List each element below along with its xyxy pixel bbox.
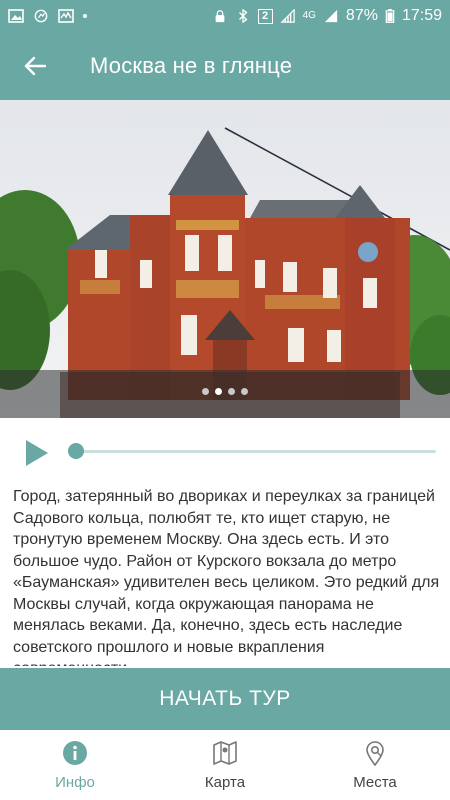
messenger-icon xyxy=(34,9,48,23)
map-icon xyxy=(213,741,237,765)
nav-label-map: Карта xyxy=(204,774,246,791)
app-bar: Москва не в глянце xyxy=(0,32,450,100)
status-bar: 2 4G 87% 17:59 xyxy=(0,0,450,32)
slide-dot-2[interactable] xyxy=(215,388,222,395)
lock-icon xyxy=(215,10,224,23)
nav-label-info: Инфо xyxy=(55,774,95,791)
nav-item-map[interactable]: Карта xyxy=(150,730,300,800)
network-type: 4G xyxy=(302,10,316,21)
battery-icon xyxy=(385,9,395,23)
tour-description: Город, затерянный во двориках и переулка… xyxy=(13,488,440,666)
clock: 17:59 xyxy=(401,7,442,24)
status-notifications xyxy=(8,9,87,23)
hero-image[interactable] xyxy=(0,100,450,418)
notification-dot-icon xyxy=(83,14,87,18)
sim-badge: 2 xyxy=(257,8,273,24)
play-icon[interactable] xyxy=(24,438,50,468)
place-pin-icon xyxy=(366,741,384,766)
signal-icon xyxy=(279,9,295,23)
slide-indicator xyxy=(0,388,450,395)
gallery-icon xyxy=(8,9,24,23)
page-title: Москва не в глянце xyxy=(90,53,293,78)
nav-item-places[interactable]: Места xyxy=(300,730,450,800)
activity-icon xyxy=(58,9,74,23)
start-tour-button[interactable]: НАЧАТЬ ТУР xyxy=(0,668,450,730)
building-photo xyxy=(0,100,450,418)
bluetooth-icon xyxy=(238,9,248,23)
back-button[interactable] xyxy=(0,32,70,100)
slide-dot-4[interactable] xyxy=(241,388,248,395)
arrow-left-icon xyxy=(24,56,46,76)
audio-player xyxy=(0,418,450,488)
nav-item-info[interactable]: Инфо xyxy=(0,730,150,800)
info-icon xyxy=(63,741,87,765)
slide-dot-1[interactable] xyxy=(202,388,209,395)
bottom-navigation: Инфо Карта Места xyxy=(0,730,450,800)
nav-label-places: Места xyxy=(353,774,397,791)
slide-dot-3[interactable] xyxy=(228,388,235,395)
signal-strength-icon xyxy=(324,9,338,23)
status-system: 2 4G 87% 17:59 xyxy=(212,7,442,25)
battery-level: 87% xyxy=(345,7,378,24)
seek-bar[interactable] xyxy=(76,450,436,453)
seek-thumb[interactable] xyxy=(68,443,84,459)
